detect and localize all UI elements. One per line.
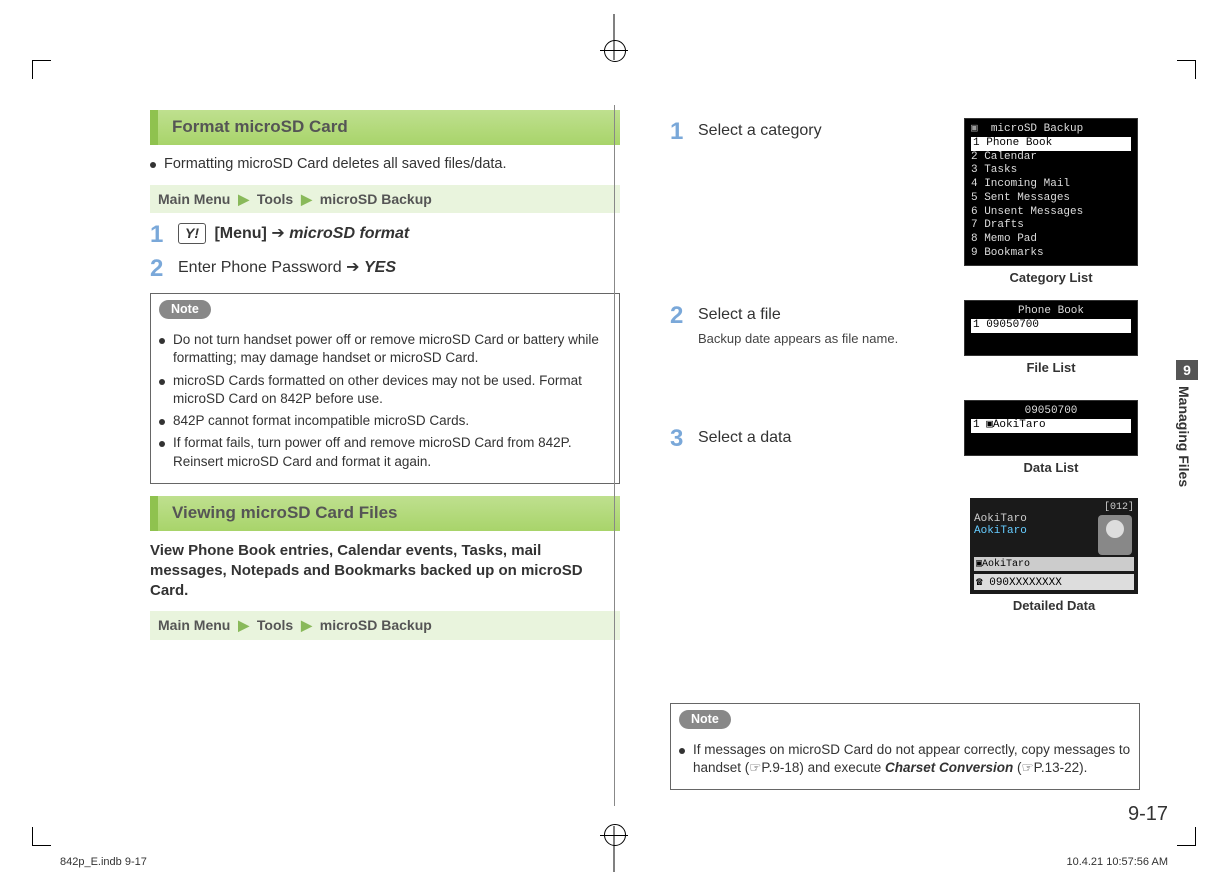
key-icon: Y! (178, 223, 206, 244)
menu-prefix: Main Menu (158, 191, 230, 207)
screenshot-caption: Category List (964, 270, 1138, 285)
menu-target: microSD format (289, 225, 409, 242)
note-badge: Note (159, 300, 211, 319)
menu-item-backup: microSD Backup (320, 617, 432, 633)
footer-timestamp: 10.4.21 10:57:56 AM (1066, 856, 1168, 868)
viewing-intro: View Phone Book entries, Calendar events… (150, 541, 620, 602)
counter-badge: [012] (974, 502, 1134, 513)
screen-title: Phone Book (971, 305, 1131, 319)
triangle-right-icon: ▶ (238, 616, 249, 635)
arrow-right-icon: ➔ (271, 225, 284, 242)
avatar-icon (1098, 515, 1132, 555)
step-number: 2 (150, 257, 178, 281)
step2-yes: YES (364, 259, 396, 276)
list-item: 4 Incoming Mail (971, 178, 1131, 192)
section-heading-format: Format microSD Card (150, 110, 620, 145)
screenshot-data-list: 09050700 1 ▣AokiTaro Data List (964, 400, 1138, 489)
left-column: Format microSD Card Formatting microSD C… (150, 110, 620, 802)
step-number: 2 (670, 304, 698, 328)
list-item: 9 Bookmarks (971, 247, 1131, 261)
list-item: 8 Memo Pad (971, 233, 1131, 247)
chapter-label: Managing Files (1176, 386, 1192, 487)
manual-page: Format microSD Card Formatting microSD C… (0, 0, 1228, 886)
footer-file: 842p_E.indb 9-17 (60, 856, 147, 868)
list-item: 1 ▣AokiTaro (971, 419, 1131, 433)
section-heading-viewing: Viewing microSD Card Files (150, 496, 620, 531)
menu-path-bar: Main Menu ▶ Tools ▶ microSD Backup (150, 611, 620, 640)
print-footer: 842p_E.indb 9-17 10.4.21 10:57:56 AM (60, 856, 1168, 868)
step2-text: Select a file (698, 306, 781, 323)
menu-item-tools: Tools (257, 191, 293, 207)
registration-mark-icon (600, 50, 628, 51)
step-number: 1 (150, 223, 178, 247)
screen-title: ▣ microSD Backup (971, 123, 1131, 137)
menu-label: [Menu] (214, 225, 266, 242)
list-item: 1 Phone Book (971, 137, 1131, 151)
screenshot-caption: Detailed Data (970, 598, 1138, 613)
screenshot-category-list: ▣ microSD Backup 1 Phone Book 2 Calendar… (964, 118, 1138, 299)
step-1-format: 1 Y! [Menu] ➔ microSD format (150, 223, 620, 247)
step-2-format: 2 Enter Phone Password ➔ YES (150, 257, 620, 281)
screenshot-detailed-data: [012] AokiTaro AokiTaro ▣AokiTaro ☎ 090X… (970, 498, 1138, 627)
list-item: 5 Sent Messages (971, 192, 1131, 206)
step2-text: Enter Phone Password (178, 259, 342, 276)
note-box-charset: Note If messages on microSD Card do not … (670, 703, 1140, 790)
chapter-number: 9 (1176, 360, 1198, 380)
list-item: 1 09050700 (971, 319, 1131, 333)
screenshot-caption: Data List (964, 460, 1138, 475)
note-item: microSD Cards formatted on other devices… (159, 372, 611, 408)
note-box-format: Note Do not turn handset power off or re… (150, 293, 620, 483)
screenshot-caption: File List (964, 360, 1138, 375)
crop-mark-icon (32, 827, 51, 846)
note-item: Do not turn handset power off or remove … (159, 331, 611, 367)
note-item: If messages on microSD Card do not appea… (679, 741, 1131, 777)
note-badge: Note (679, 710, 731, 729)
registration-mark-icon (600, 835, 628, 836)
note-item: 842P cannot format incompatible microSD … (159, 412, 611, 430)
list-item: 3 Tasks (971, 164, 1131, 178)
chapter-tab: 9 Managing Files (1176, 360, 1198, 487)
triangle-right-icon: ▶ (301, 616, 312, 635)
note-item: If format fails, turn power off and remo… (159, 434, 611, 470)
menu-item-tools: Tools (257, 617, 293, 633)
crop-mark-icon (1177, 60, 1196, 79)
triangle-right-icon: ▶ (238, 190, 249, 209)
registration-mark-icon (604, 40, 626, 62)
list-item: 7 Drafts (971, 219, 1131, 233)
arrow-right-icon: ➔ (346, 259, 359, 276)
page-number: 9-17 (1128, 803, 1168, 826)
list-item: 2 Calendar (971, 151, 1131, 165)
crop-mark-icon (1177, 827, 1196, 846)
crop-mark-icon (32, 60, 51, 79)
step-number: 1 (670, 120, 698, 144)
menu-item-backup: microSD Backup (320, 191, 432, 207)
format-intro-text: Formatting microSD Card deletes all save… (150, 155, 620, 175)
list-item: 6 Unsent Messages (971, 206, 1131, 220)
menu-path-bar: Main Menu ▶ Tools ▶ microSD Backup (150, 185, 620, 214)
screenshot-file-list: Phone Book 1 09050700 File List (964, 300, 1138, 389)
phone-number: ☎ 090XXXXXXXX (974, 574, 1134, 590)
triangle-right-icon: ▶ (301, 190, 312, 209)
column-divider (614, 105, 615, 806)
screen-title: 09050700 (971, 405, 1131, 419)
step-number: 3 (670, 427, 698, 451)
menu-prefix: Main Menu (158, 617, 230, 633)
